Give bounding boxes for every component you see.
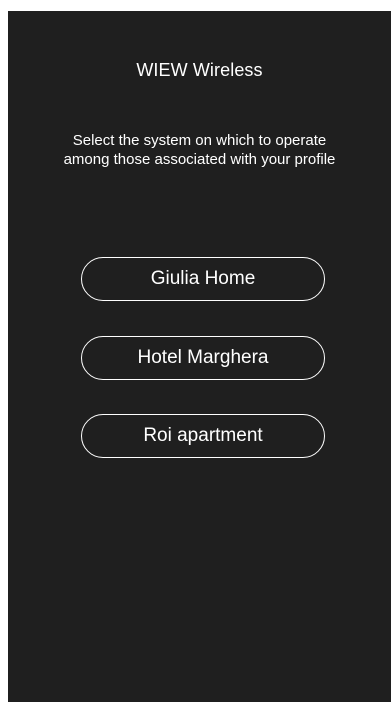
system-button-roi-apartment[interactable]: Roi apartment [81,414,325,458]
system-selection-screen: WIEW Wireless Select the system on which… [8,11,391,702]
instructions-line-2: among those associated with your profile [63,151,336,168]
instructions-text: Select the system on which to operate am… [8,131,391,169]
page-title: WIEW Wireless [136,60,263,80]
system-button-hotel-marghera[interactable]: Hotel Marghera [81,336,325,380]
system-button-giulia-home[interactable]: Giulia Home [81,257,325,301]
instructions-line-1: Select the system on which to operate [72,132,327,149]
